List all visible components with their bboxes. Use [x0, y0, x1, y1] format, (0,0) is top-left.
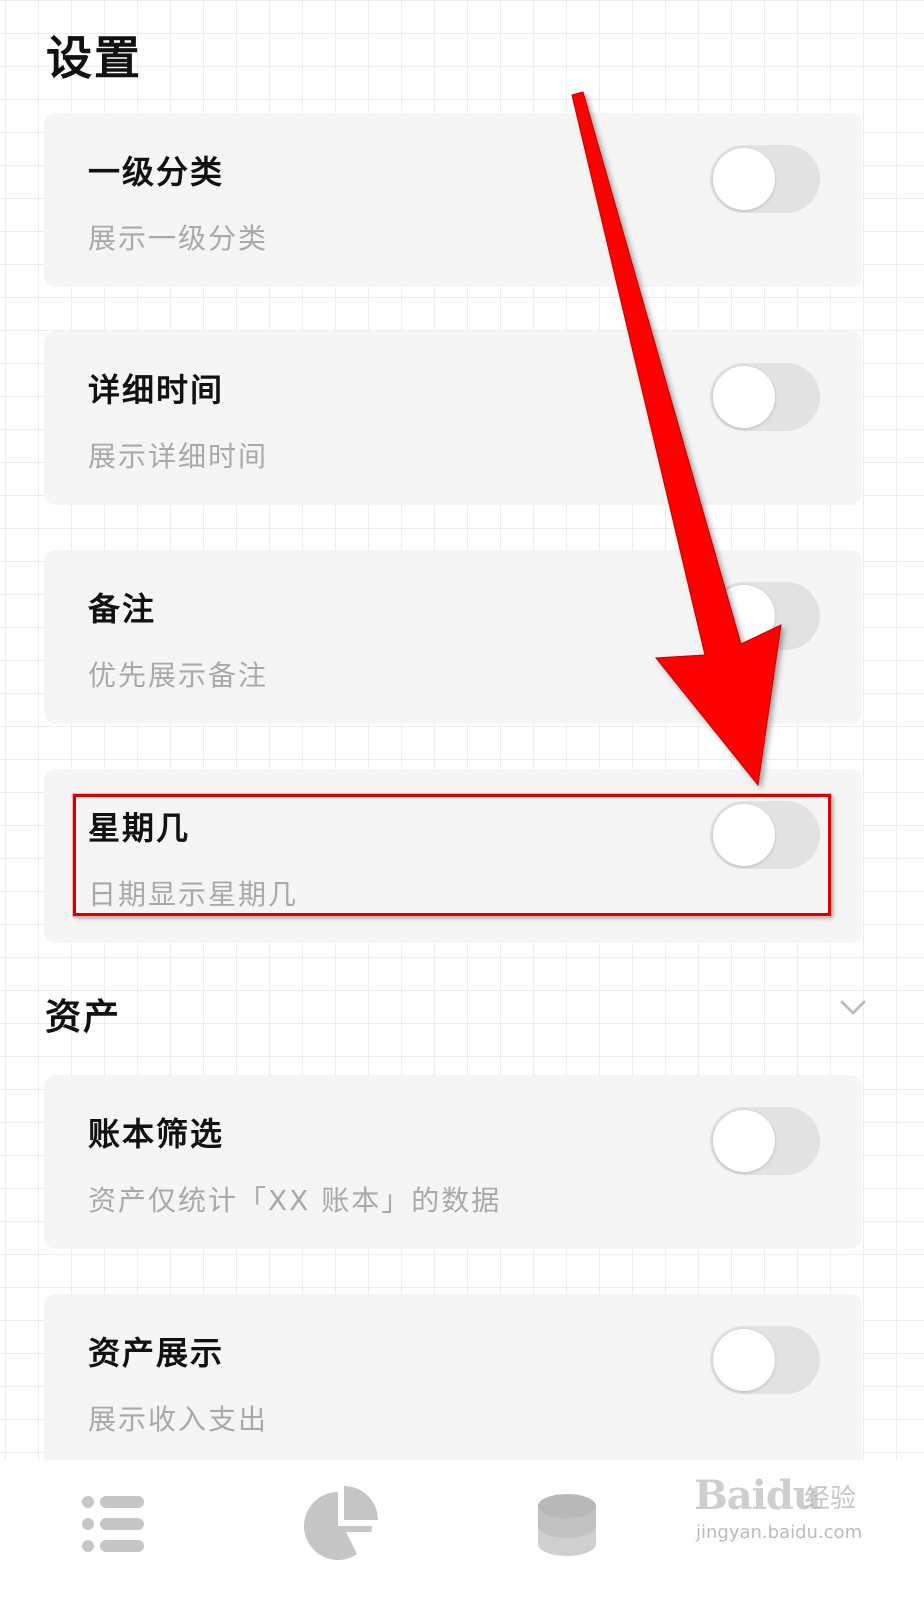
toggle-switch[interactable]	[710, 363, 820, 431]
setting-title: 详细时间	[88, 371, 225, 409]
setting-card-detailed-time: 详细时间 展示详细时间	[44, 331, 862, 505]
list-icon[interactable]	[76, 1480, 166, 1570]
coins-stack-icon[interactable]	[522, 1480, 612, 1570]
setting-title: 星期几	[88, 809, 191, 847]
watermark-cn-text: 经验	[804, 1484, 857, 1514]
toggle-knob	[713, 148, 775, 210]
toggle-switch[interactable]	[710, 801, 820, 869]
toggle-knob	[713, 1110, 775, 1172]
setting-title: 账本筛选	[88, 1115, 225, 1153]
toggle-knob	[713, 366, 775, 428]
setting-card-first-level-category: 一级分类 展示一级分类	[44, 113, 862, 287]
bottom-nav-bar: Baidu 经验 jingyan.baidu.com	[0, 1460, 924, 1600]
toggle-switch[interactable]	[710, 1107, 820, 1175]
toggle-knob	[713, 1329, 775, 1391]
setting-subtitle: 展示详细时间	[88, 440, 269, 473]
chevron-down-icon[interactable]	[838, 992, 868, 1022]
setting-title: 资产展示	[88, 1334, 225, 1372]
pie-chart-icon[interactable]	[296, 1480, 386, 1570]
setting-card-remark: 备注 优先展示备注	[44, 550, 862, 724]
setting-subtitle: 优先展示备注	[88, 659, 269, 692]
toggle-switch[interactable]	[710, 582, 820, 650]
watermark-logo: Baidu	[694, 1472, 822, 1519]
baidu-watermark: Baidu 经验 jingyan.baidu.com	[694, 1464, 864, 1554]
setting-title: 备注	[88, 590, 157, 628]
setting-card-weekday: 星期几 日期显示星期几	[44, 769, 862, 943]
setting-card-asset-display: 资产展示 展示收入支出	[44, 1294, 862, 1468]
watermark-url: jingyan.baidu.com	[696, 1522, 863, 1543]
setting-subtitle: 日期显示星期几	[88, 878, 299, 911]
setting-title: 一级分类	[88, 153, 225, 191]
setting-card-ledger-filter: 账本筛选 资产仅统计「XX 账本」的数据	[44, 1075, 862, 1249]
setting-subtitle: 展示收入支出	[88, 1403, 269, 1436]
setting-subtitle: 资产仅统计「XX 账本」的数据	[88, 1184, 502, 1217]
toggle-knob	[713, 585, 775, 647]
toggle-switch[interactable]	[710, 1326, 820, 1394]
toggle-knob	[713, 804, 775, 866]
toggle-switch[interactable]	[710, 145, 820, 213]
asset-section-title: 资产	[45, 997, 122, 1038]
page-title: 设置	[46, 31, 142, 85]
setting-subtitle: 展示一级分类	[88, 222, 269, 255]
